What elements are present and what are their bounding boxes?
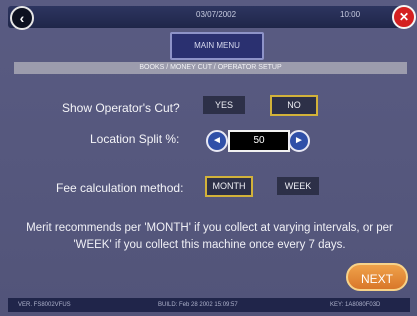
fee-method-label: Fee calculation method: (56, 181, 184, 195)
footer-bar: VER. FS8002VFUS BUILD: Feb 28 2002 15:09… (8, 298, 410, 312)
operator-cut-label: Show Operator's Cut? (62, 101, 180, 115)
left-arrow-icon: ◄ (212, 135, 222, 146)
time: 10:00 (340, 10, 361, 19)
key-text: KEY: 1A8080F03D (330, 302, 381, 308)
location-split-label: Location Split %: (90, 132, 180, 146)
back-arrow-icon: ‹ (19, 10, 25, 26)
close-button[interactable]: ✕ (392, 5, 416, 29)
month-button[interactable]: MONTH (205, 176, 253, 197)
right-arrow-icon: ► (294, 135, 304, 146)
date: 03/07/2002 (196, 10, 237, 19)
version-text: VER. FS8002VFUS (18, 302, 71, 308)
next-button[interactable]: NEXT (346, 263, 408, 291)
top-bar: ‹ 03/07/2002 10:00 ✕ (8, 5, 416, 30)
main-menu-button[interactable]: MAIN MENU (170, 32, 264, 60)
recommendation-text: Merit recommends per 'MONTH' if you coll… (26, 222, 393, 251)
back-button[interactable]: ‹ (10, 6, 34, 30)
yes-button[interactable]: YES (203, 96, 245, 114)
close-icon: ✕ (398, 10, 410, 24)
breadcrumb: BOOKS / MONEY CUT / OPERATOR SETUP (14, 62, 407, 74)
build-text: BUILD: Feb 28 2002 15:09:57 (158, 302, 238, 308)
increase-button[interactable]: ► (288, 130, 310, 152)
no-button[interactable]: NO (270, 95, 318, 116)
decrease-button[interactable]: ◄ (206, 130, 228, 152)
screen: ‹ 03/07/2002 10:00 ✕ MAIN MENU BOOKS / M… (0, 0, 417, 316)
week-button[interactable]: WEEK (277, 177, 319, 195)
location-split-value: 50 (228, 130, 290, 152)
